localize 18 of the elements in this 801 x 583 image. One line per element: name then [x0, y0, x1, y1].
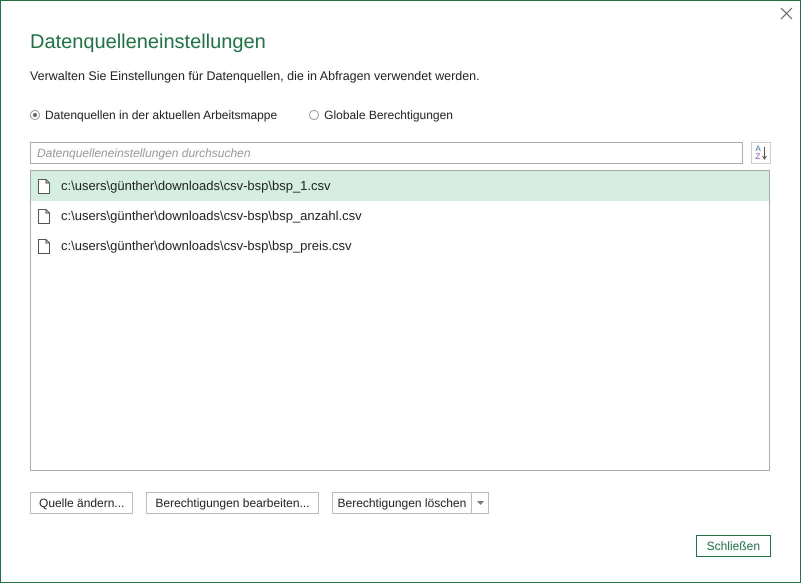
sort-button[interactable]: A Z — [751, 142, 771, 164]
split-button[interactable]: Berechtigungen löschen — [332, 492, 490, 514]
file-icon — [38, 238, 50, 254]
caret-icon[interactable] — [476, 501, 484, 505]
file-icon — [38, 178, 50, 194]
radio-label[interactable]: Globale Berechtigungen — [324, 106, 453, 124]
file-icon — [38, 208, 50, 224]
radio-button[interactable] — [309, 110, 320, 120]
description-text: Verwalten Sie Einstellungen für Datenquellen, die in Abfragen verwendet werden. — [30, 68, 481, 84]
close-button[interactable]: Schließen — [696, 535, 771, 557]
radio-label[interactable]: Datenquellen in der aktuellen Arbeitsmappe — [45, 106, 278, 124]
down-arrow-icon — [762, 146, 767, 160]
action-button[interactable]: Berechtigungen bearbeiten... — [146, 492, 319, 514]
data-source-item[interactable]: c:\users\günther\downloads\csv-bsp\bsp_1.csv — [31, 171, 769, 201]
close-icon[interactable] — [780, 7, 793, 20]
window-title: Datenquelleneinstellungen — [30, 30, 267, 54]
radio-button[interactable] — [30, 110, 40, 120]
action-button[interactable]: Quelle ändern... — [30, 492, 134, 514]
